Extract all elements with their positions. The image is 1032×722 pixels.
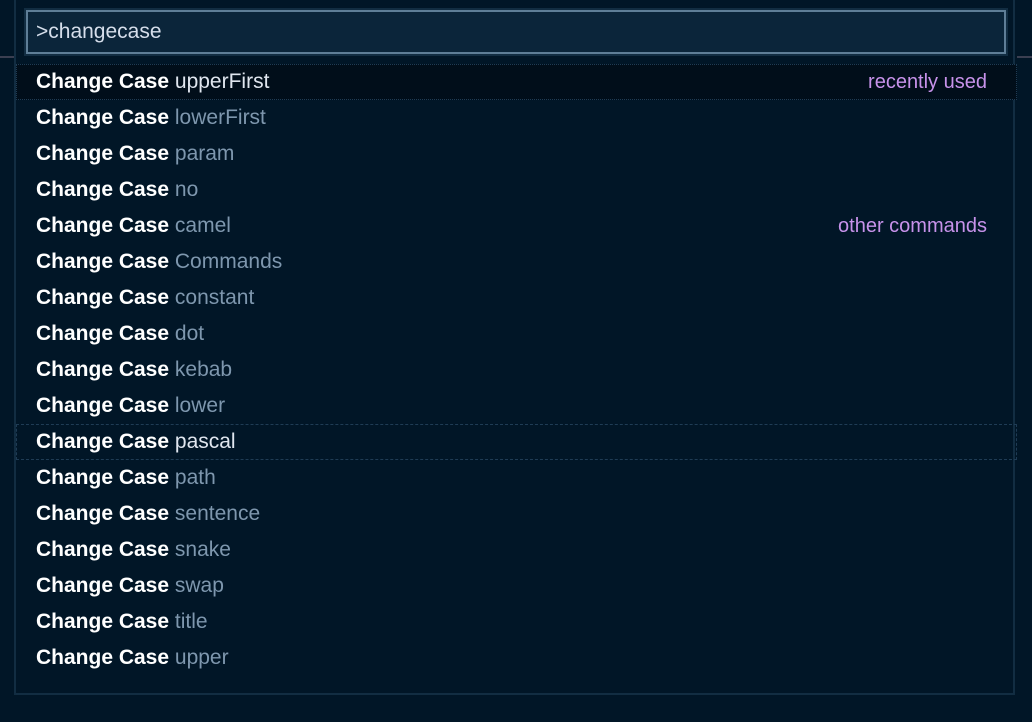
command-list: Change Case upperFirst recently used Chang…	[16, 64, 1017, 676]
command-item-pascal[interactable]: Change Case pascal	[16, 424, 1017, 460]
command-item-name: lowerFirst	[174, 106, 266, 129]
command-item-name: swap	[174, 574, 224, 597]
command-item-upper[interactable]: Change Case upper	[16, 640, 1017, 676]
command-item-camel[interactable]: Change Case camel other commands	[16, 208, 1017, 244]
command-item-name: title	[174, 610, 208, 633]
command-item-prefix: Change Case	[36, 574, 170, 597]
group-label: other commands	[838, 215, 987, 237]
command-item-prefix: Change Case	[36, 502, 170, 525]
command-palette: Change Case upperFirstrecently usedChang…	[14, 0, 1017, 695]
command-input[interactable]	[28, 12, 1004, 52]
command-item-kebab[interactable]: Change Case kebab	[16, 352, 1017, 388]
command-item-name: lower	[174, 394, 226, 417]
command-item-name: no	[174, 178, 199, 201]
command-item-prefix: Change Case	[36, 214, 170, 237]
command-item-dot[interactable]: Change Case dot	[16, 316, 1017, 352]
command-item-name: dot	[174, 322, 205, 345]
command-item-prefix: Change Case	[36, 106, 170, 129]
command-item-prefix: Change Case	[36, 142, 170, 165]
editor-tab-divider-right	[1017, 56, 1032, 58]
command-item-title[interactable]: Change Case title	[16, 604, 1017, 640]
command-item-name: upper	[174, 646, 229, 669]
command-item-lower[interactable]: Change Case lower	[16, 388, 1017, 424]
command-item-prefix: Change Case	[36, 286, 170, 309]
command-item-prefix: Change Case	[36, 466, 170, 489]
group-label: recently used	[868, 71, 987, 93]
command-item-upperfirst[interactable]: Change Case upperFirst recently used	[16, 64, 1017, 100]
command-item-prefix: Change Case	[36, 610, 170, 633]
command-item-snake[interactable]: Change Case snake	[16, 532, 1017, 568]
command-item-name: sentence	[174, 502, 261, 525]
command-item-prefix: Change Case	[36, 394, 170, 417]
command-item-sentence[interactable]: Change Case sentence	[16, 496, 1017, 532]
command-item-name: param	[174, 142, 235, 165]
command-item-commands[interactable]: Change Case Commands	[16, 244, 1017, 280]
command-item-name: camel	[174, 214, 231, 237]
command-item-prefix: Change Case	[36, 358, 170, 381]
command-item-swap[interactable]: Change Case swap	[16, 568, 1017, 604]
command-item-prefix: Change Case	[36, 70, 170, 93]
command-item-prefix: Change Case	[36, 322, 170, 345]
command-item-name: kebab	[174, 358, 233, 381]
command-item-no[interactable]: Change Case no	[16, 172, 1017, 208]
editor-background-right	[1017, 0, 1032, 722]
command-item-name: path	[174, 466, 216, 489]
command-input-box[interactable]	[24, 8, 1008, 56]
editor-background-left	[0, 0, 15, 722]
command-item-param[interactable]: Change Case param	[16, 136, 1017, 172]
command-item-constant[interactable]: Change Case constant	[16, 280, 1017, 316]
command-item-path[interactable]: Change Case path	[16, 460, 1017, 496]
command-item-name: upperFirst	[174, 70, 270, 93]
command-item-name: constant	[174, 286, 255, 309]
command-item-lowerfirst[interactable]: Change Case lowerFirst	[16, 100, 1017, 136]
command-item-name: Commands	[174, 250, 283, 273]
command-item-prefix: Change Case	[36, 250, 170, 273]
command-item-name: snake	[174, 538, 231, 561]
command-item-name: pascal	[174, 430, 236, 453]
editor-tab-divider-left	[0, 56, 15, 58]
command-item-prefix: Change Case	[36, 538, 170, 561]
command-item-prefix: Change Case	[36, 646, 170, 669]
command-item-prefix: Change Case	[36, 178, 170, 201]
command-item-prefix: Change Case	[36, 430, 170, 453]
